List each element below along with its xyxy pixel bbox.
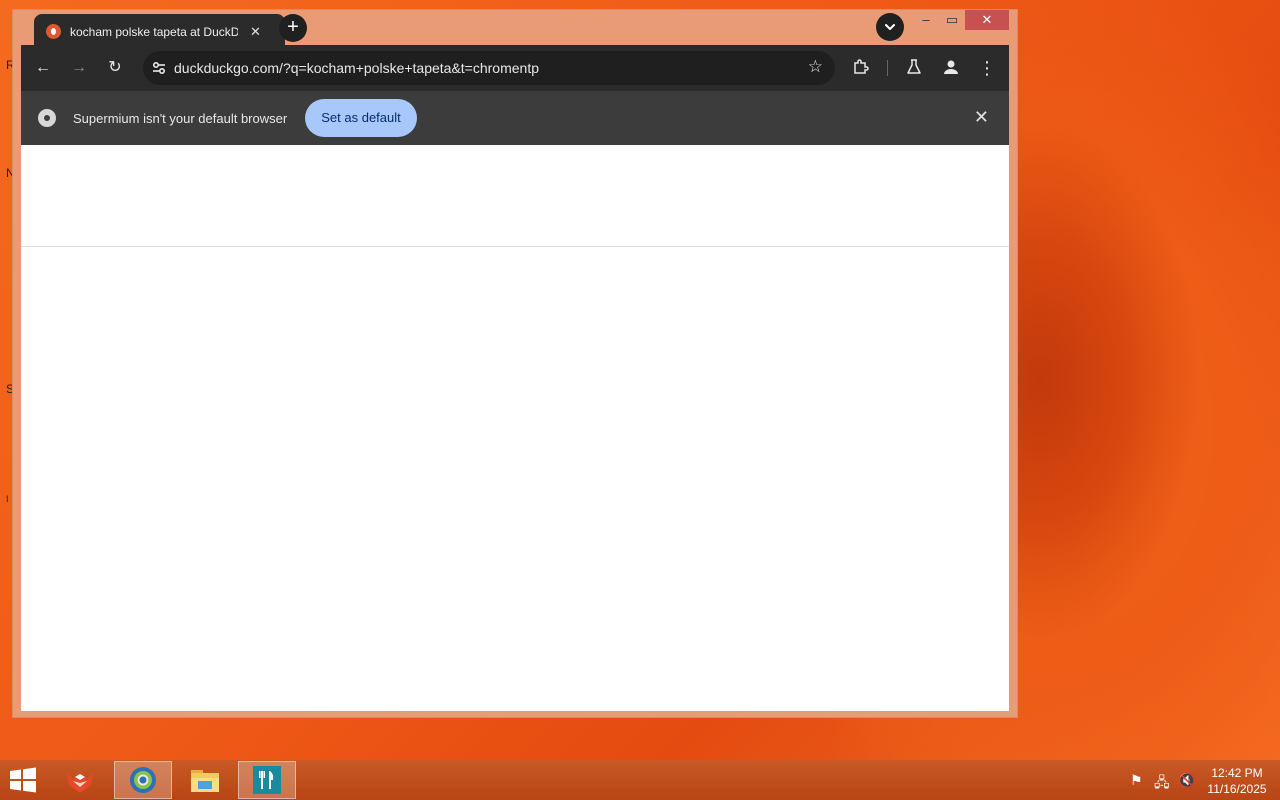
duckduckgo-icon [46, 24, 61, 39]
windows-start-icon[interactable] [9, 767, 37, 793]
menu-button[interactable]: ⋮ [977, 58, 997, 78]
back-button[interactable]: ← [33, 58, 53, 78]
url-text[interactable]: duckduckgo.com/?q=kocham+polske+tapeta&t… [174, 60, 539, 76]
person-icon[interactable] [941, 58, 961, 78]
infobar-message: Supermium isn't your default browser [73, 111, 288, 126]
tab-search-button[interactable] [876, 13, 904, 41]
browser-toolbar: ← → ↻ duckduckgo.com/?q=kocham+polske+ta… [21, 45, 1009, 91]
bookmark-star-icon[interactable]: ☆ [808, 57, 823, 77]
app-fox-icon[interactable] [51, 761, 109, 799]
maximize-button[interactable]: ▭ [938, 10, 966, 30]
action-center-flag-icon[interactable]: ⚑ [1130, 772, 1143, 789]
clock-time: 12:42 PM [1211, 766, 1263, 780]
site-info-icon[interactable] [149, 58, 169, 78]
file-explorer-icon[interactable] [176, 761, 234, 799]
system-clock[interactable]: 12:42 PM 11/16/2025 [1200, 765, 1274, 797]
tab-title: kocham polske tapeta at DuckD [70, 24, 238, 39]
taskbar: ⚑ 🖧 🔇 12:42 PM 11/16/2025 [0, 760, 1280, 800]
infobar-close-button[interactable]: ✕ [974, 107, 989, 128]
flask-icon[interactable] [904, 58, 924, 78]
browser-tab-active[interactable]: kocham polske tapeta at DuckD ✕ [34, 14, 285, 49]
toolbar-divider [887, 60, 888, 76]
default-browser-infobar: Supermium isn't your default browser Set… [21, 91, 1009, 145]
fork-knife-icon [253, 766, 281, 794]
chevron-down-icon [885, 24, 895, 30]
desktop-icon-label-fragment: I [6, 494, 9, 504]
browser-icon[interactable] [114, 761, 172, 799]
set-as-default-button[interactable]: Set as default [305, 99, 417, 137]
supermium-logo-icon [130, 767, 156, 793]
network-icon[interactable]: 🖧 [1154, 772, 1170, 796]
browser-window: kocham polske tapeta at DuckD ✕ + – ▭ ✕ … [13, 10, 1017, 717]
fox-app-icon [66, 771, 94, 793]
minimize-button[interactable]: – [912, 10, 940, 30]
folder-icon [191, 770, 219, 792]
browser-logo-icon [38, 109, 56, 127]
reload-button[interactable]: ↻ [105, 58, 125, 78]
puzzle-icon[interactable] [851, 58, 871, 78]
clock-date: 11/16/2025 [1207, 782, 1267, 796]
new-tab-button[interactable]: + [279, 14, 307, 42]
forward-button[interactable]: → [69, 58, 89, 78]
page-content [21, 145, 1009, 711]
address-bar[interactable]: duckduckgo.com/?q=kocham+polske+tapeta&t… [143, 51, 835, 85]
utensils-app-icon[interactable] [238, 761, 296, 799]
window-close-button[interactable]: ✕ [965, 10, 1009, 30]
speaker-muted-icon[interactable]: 🔇 [1178, 772, 1195, 789]
page-header-divider [21, 246, 1009, 247]
tab-close-button[interactable]: ✕ [250, 24, 261, 40]
